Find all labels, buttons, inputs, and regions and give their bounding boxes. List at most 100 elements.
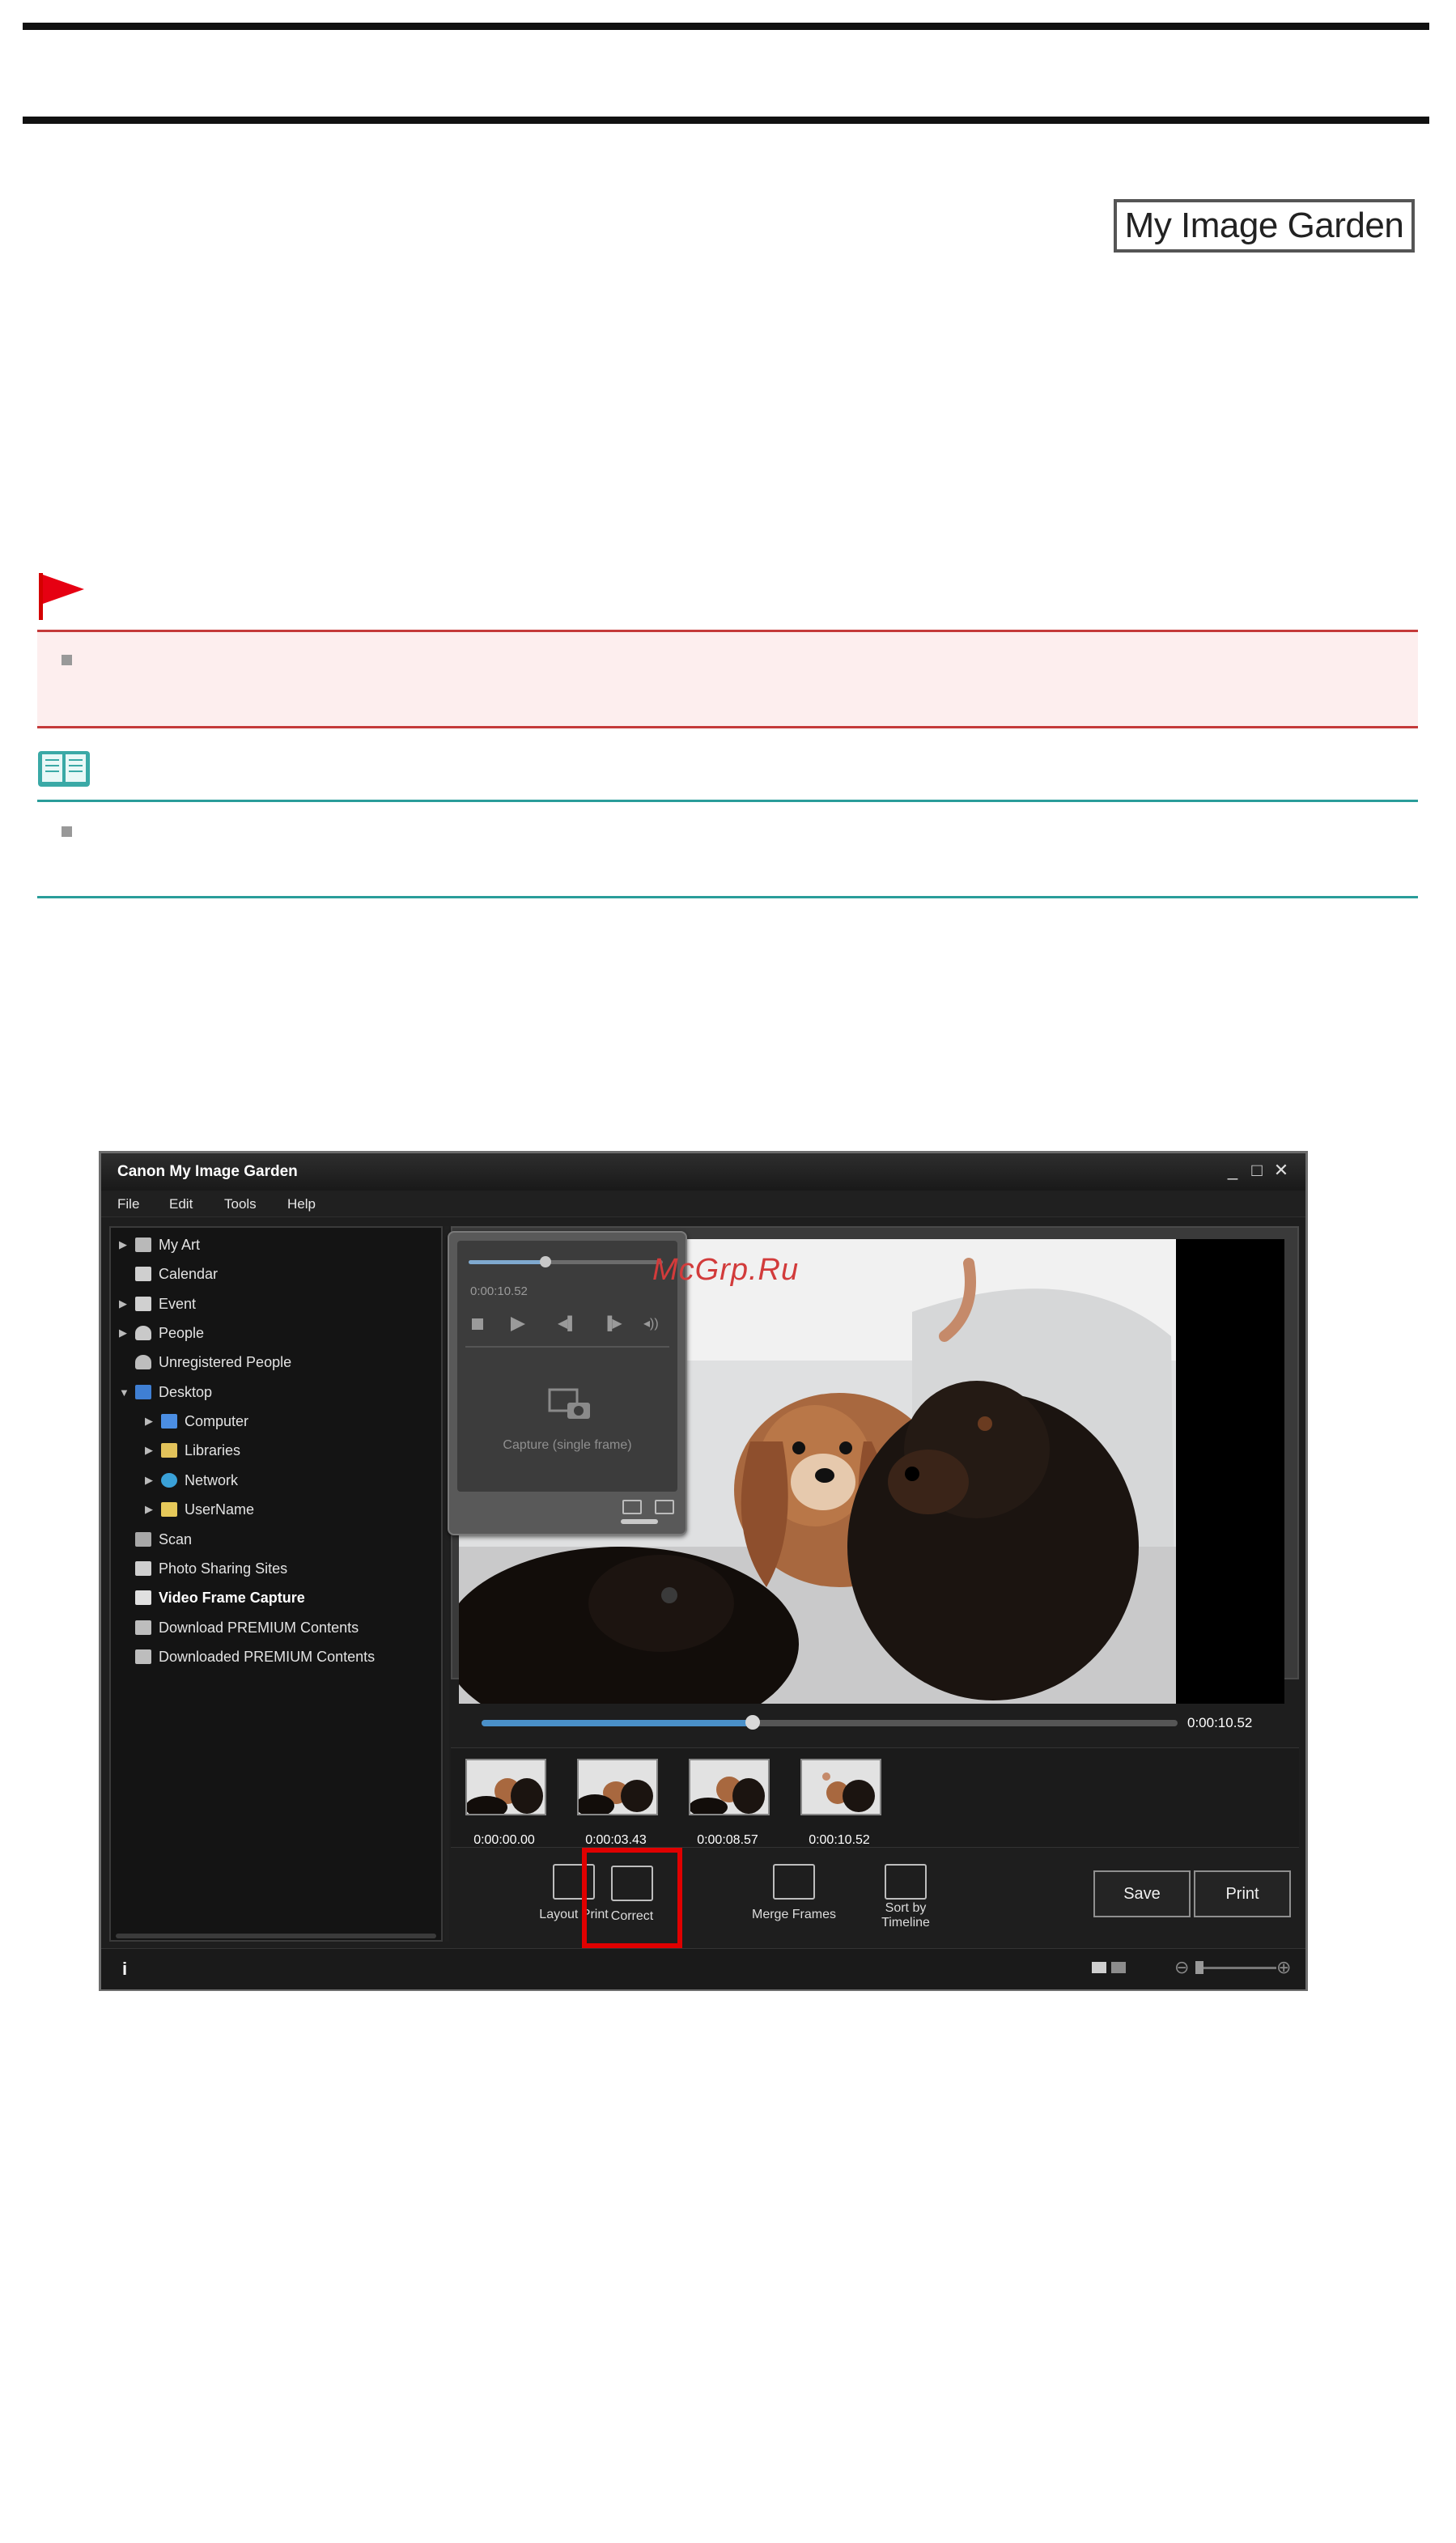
save-button[interactable]: Save xyxy=(1093,1870,1191,1917)
menu-bar: File Edit Tools Help xyxy=(101,1191,1305,1217)
tree-item-downloaded-premium-contents[interactable]: Downloaded PREMIUM Contents xyxy=(135,1645,375,1669)
tree-item-label: Desktop xyxy=(159,1383,213,1400)
captured-frame-thumbnail[interactable] xyxy=(689,1759,770,1815)
tree-item-event[interactable]: ▶ Event xyxy=(119,1292,196,1316)
folder-tree: ▶ My Art Calendar ▶ Event ▶ People Unreg… xyxy=(109,1226,443,1942)
sort-by-timeline-icon xyxy=(885,1864,927,1900)
people-icon xyxy=(135,1326,151,1340)
tree-item-label: My Art xyxy=(159,1236,201,1253)
bullet-icon xyxy=(62,826,72,837)
tree-item-label: Libraries xyxy=(185,1441,241,1458)
header-top-rule xyxy=(23,23,1429,30)
info-icon[interactable]: i xyxy=(122,1959,127,1980)
video-seekbar-knob[interactable] xyxy=(745,1715,761,1730)
expand-arrow-icon[interactable]: ▶ xyxy=(145,1474,156,1487)
video-seekbar-fill xyxy=(482,1720,753,1726)
correct-icon xyxy=(611,1866,653,1901)
next-frame-icon[interactable]: ▐▶ xyxy=(603,1315,622,1331)
tree-item-unregistered-people[interactable]: Unregistered People xyxy=(135,1350,291,1374)
tree-item-label: Downloaded PREMIUM Contents xyxy=(159,1648,376,1665)
merge-frames-icon xyxy=(773,1864,815,1900)
expand-arrow-icon[interactable]: ▶ xyxy=(119,1238,130,1251)
stop-icon[interactable] xyxy=(472,1318,483,1330)
previous-frame-icon[interactable]: ◀▌ xyxy=(558,1315,577,1331)
unregistered-people-icon xyxy=(135,1355,151,1369)
expand-arrow-icon[interactable]: ▶ xyxy=(145,1415,156,1428)
expand-arrow-icon[interactable]: ▶ xyxy=(145,1503,156,1516)
tree-item-label: Scan xyxy=(159,1530,193,1547)
correct-button[interactable]: Correct xyxy=(582,1848,682,1948)
app-label: My Image Garden xyxy=(1114,199,1415,253)
expand-arrow-icon[interactable]: ▶ xyxy=(145,1444,156,1457)
capture-slider-knob[interactable] xyxy=(540,1256,551,1267)
thumbnail-time: 0:00:10.52 xyxy=(809,1833,870,1847)
merge-frames-button[interactable]: Merge Frames xyxy=(742,1857,846,1942)
captured-frame-thumbnail[interactable] xyxy=(577,1759,658,1815)
tree-item-libraries[interactable]: ▶ Libraries xyxy=(145,1438,240,1463)
note-book-icon xyxy=(38,751,90,787)
expand-arrow-icon[interactable]: ▶ xyxy=(119,1327,130,1339)
tree-item-label: Event xyxy=(159,1295,197,1312)
tree-scrollbar[interactable] xyxy=(116,1934,436,1938)
tree-item-scan[interactable]: Scan xyxy=(135,1527,192,1552)
zoom-in-icon[interactable]: ⊕ xyxy=(1276,1957,1291,1978)
expand-arrow-icon[interactable]: ▶ xyxy=(119,1297,130,1310)
video-frame-capture-icon xyxy=(135,1590,151,1605)
user-folder-icon xyxy=(161,1502,177,1517)
capture-slider[interactable] xyxy=(469,1256,663,1267)
window-title: Canon My Image Garden xyxy=(117,1163,298,1180)
view-mode-alt-icon[interactable] xyxy=(1111,1962,1126,1973)
tree-item-photo-sharing-sites[interactable]: Photo Sharing Sites xyxy=(135,1556,287,1581)
menu-help[interactable]: Help xyxy=(287,1196,316,1212)
watermark: McGrp.Ru xyxy=(652,1253,800,1287)
menu-edit[interactable]: Edit xyxy=(169,1196,193,1212)
volume-icon[interactable]: ◂)) xyxy=(643,1315,659,1331)
minimize-button[interactable]: _ xyxy=(1223,1160,1242,1181)
tree-item-label: UserName xyxy=(185,1501,255,1518)
event-icon xyxy=(135,1297,151,1311)
video-seekbar[interactable] xyxy=(482,1715,1178,1730)
play-icon[interactable] xyxy=(511,1317,525,1331)
sort-by-timeline-button[interactable]: Sort by Timeline xyxy=(854,1857,957,1942)
menu-tools[interactable]: Tools xyxy=(224,1196,257,1212)
tree-item-desktop[interactable]: ▼ Desktop xyxy=(119,1380,212,1404)
thumbnail-time: 0:00:03.43 xyxy=(585,1833,647,1847)
photo-sharing-icon xyxy=(135,1561,151,1576)
captured-frame-thumbnail[interactable] xyxy=(465,1759,546,1815)
print-button[interactable]: Print xyxy=(1194,1870,1291,1917)
downloaded-premium-folder-icon xyxy=(135,1649,151,1664)
capture-time: 0:00:10.52 xyxy=(470,1284,528,1298)
network-icon xyxy=(161,1473,177,1488)
capture-slider-fill xyxy=(469,1260,545,1264)
capture-single-frame-icon[interactable] xyxy=(548,1386,593,1422)
tree-item-label: People xyxy=(159,1324,205,1341)
status-bar: i ⊖ ⊕ xyxy=(101,1948,1305,1989)
menu-file[interactable]: File xyxy=(117,1196,139,1212)
captured-frame-thumbnail[interactable] xyxy=(800,1759,881,1815)
sort-by-timeline-label-line1: Sort by xyxy=(885,1901,927,1915)
thumbnail-time: 0:00:00.00 xyxy=(473,1833,535,1847)
tree-item-download-premium-contents[interactable]: Download PREMIUM Contents xyxy=(135,1615,359,1640)
capture-multi-icon[interactable] xyxy=(655,1500,674,1514)
capture-mode-icon[interactable] xyxy=(622,1500,642,1514)
tree-item-network[interactable]: ▶ Network xyxy=(145,1468,238,1492)
tree-item-computer[interactable]: ▶ Computer xyxy=(145,1409,248,1433)
zoom-slider[interactable] xyxy=(1195,1967,1276,1969)
tree-item-video-frame-capture[interactable]: Video Frame Capture xyxy=(135,1586,305,1610)
calendar-icon xyxy=(135,1267,151,1281)
close-button[interactable]: ✕ xyxy=(1271,1160,1291,1181)
thumbnail-time: 0:00:08.57 xyxy=(697,1833,758,1847)
view-mode-icon[interactable] xyxy=(1092,1962,1106,1973)
desktop-icon xyxy=(135,1385,151,1399)
important-box xyxy=(37,630,1418,728)
tree-item-calendar[interactable]: Calendar xyxy=(135,1262,218,1286)
zoom-slider-knob[interactable] xyxy=(1195,1961,1203,1974)
zoom-out-icon[interactable]: ⊖ xyxy=(1174,1957,1189,1978)
capture-divider xyxy=(465,1346,669,1348)
tree-item-people[interactable]: ▶ People xyxy=(119,1321,204,1345)
tree-item-my-art[interactable]: ▶ My Art xyxy=(119,1233,200,1257)
capture-panel-handle[interactable] xyxy=(621,1519,658,1524)
tree-item-username[interactable]: ▶ UserName xyxy=(145,1497,254,1522)
collapse-arrow-icon[interactable]: ▼ xyxy=(119,1386,130,1399)
maximize-button[interactable]: □ xyxy=(1247,1160,1267,1181)
